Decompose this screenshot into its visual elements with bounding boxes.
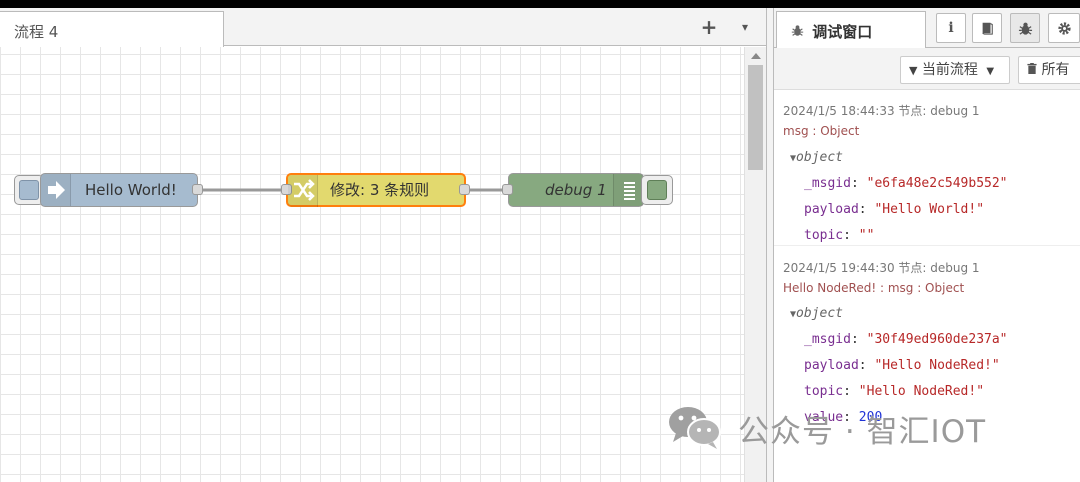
message-property: topic: ""	[804, 228, 875, 243]
watermark-text: 公众号 · 智汇IOT	[738, 414, 987, 450]
clear-label: 所有	[1041, 62, 1070, 78]
debug-toolbar: ▼ 当前流程 ▼ 所有	[774, 48, 1080, 90]
list-icon	[613, 174, 643, 206]
object-type: object	[796, 150, 843, 165]
book-icon[interactable]	[972, 13, 1002, 43]
inject-node[interactable]: Hello World!	[40, 173, 203, 207]
debug-toggle-button[interactable]	[641, 175, 673, 205]
filter-label: 当前流程	[921, 62, 978, 78]
message-property: _msgid: "e6fa48e2c549b552"	[804, 176, 1008, 191]
debug-bug-icon[interactable]	[1010, 13, 1040, 43]
clear-messages-button[interactable]: 所有	[1018, 56, 1080, 84]
inject-node-label: Hello World!	[85, 181, 177, 199]
message-meta: 2024/1/5 18:44:33 节点: debug 1	[783, 104, 980, 118]
workspace: 流程 4 + ▾ Hello World! 修改: 3 条规则 debug 1	[0, 8, 766, 482]
workspace-tab-bar: 流程 4 + ▾	[0, 8, 766, 47]
filter-dropdown[interactable]: ▼ 当前流程 ▼	[900, 56, 1010, 84]
filter-icon: ▼	[909, 64, 918, 77]
wires	[198, 188, 508, 192]
wechat-logo-icon	[669, 407, 721, 449]
sidebar-tab-bar: 调试窗口 i	[774, 8, 1080, 49]
scroll-up-icon[interactable]	[751, 53, 761, 59]
tab-debug[interactable]: 调试窗口	[776, 11, 926, 49]
shuffle-icon	[288, 175, 318, 207]
scrollbar-thumb[interactable]	[748, 65, 763, 170]
message-property: payload: "Hello World!"	[804, 202, 985, 217]
tab-flow-4[interactable]: 流程 4	[0, 11, 224, 47]
trash-icon	[1027, 62, 1041, 78]
chevron-down-icon: ▼	[986, 66, 995, 77]
debug-input-port[interactable]	[502, 184, 513, 195]
tab-label: 流程 4	[14, 23, 59, 41]
debug-message: 2024/1/5 18:44:33 节点: debug 1 msg : Obje…	[774, 90, 1080, 246]
info-icon[interactable]: i	[936, 13, 966, 43]
gear-icon[interactable]	[1048, 13, 1080, 43]
change-node[interactable]: 修改: 3 条规则	[281, 173, 470, 207]
object-type: object	[796, 306, 843, 321]
tab-debug-label: 调试窗口	[812, 23, 873, 41]
message-meta: 2024/1/5 19:44:30 节点: debug 1	[783, 261, 980, 275]
message-topic: Hello NodeRed! : msg : Object	[783, 281, 965, 295]
flow-canvas[interactable]: Hello World! 修改: 3 条规则 debug 1	[0, 47, 744, 482]
object-expander[interactable]: ▼object	[790, 150, 843, 165]
change-node-label: 修改: 3 条规则	[330, 181, 430, 199]
debug-node-label: debug 1	[545, 181, 607, 199]
change-output-port[interactable]	[459, 184, 470, 195]
debug-node[interactable]: debug 1	[502, 173, 644, 207]
message-property: _msgid: "30f49ed960de237a"	[804, 332, 1008, 347]
arrow-right-icon	[41, 174, 71, 206]
message-property: payload: "Hello NodeRed!"	[804, 358, 1000, 373]
bug-icon	[791, 23, 807, 41]
top-bar	[0, 0, 1080, 8]
inject-output-port[interactable]	[192, 184, 203, 195]
flow-menu-chevron-down-icon[interactable]: ▾	[730, 14, 760, 40]
watermark: 公众号 · 智汇IOT	[666, 402, 1056, 450]
object-expander[interactable]: ▼object	[790, 306, 843, 321]
message-topic: msg : Object	[783, 124, 860, 138]
message-property: topic: "Hello NodeRed!"	[804, 384, 985, 399]
add-flow-icon[interactable]: +	[694, 14, 724, 40]
